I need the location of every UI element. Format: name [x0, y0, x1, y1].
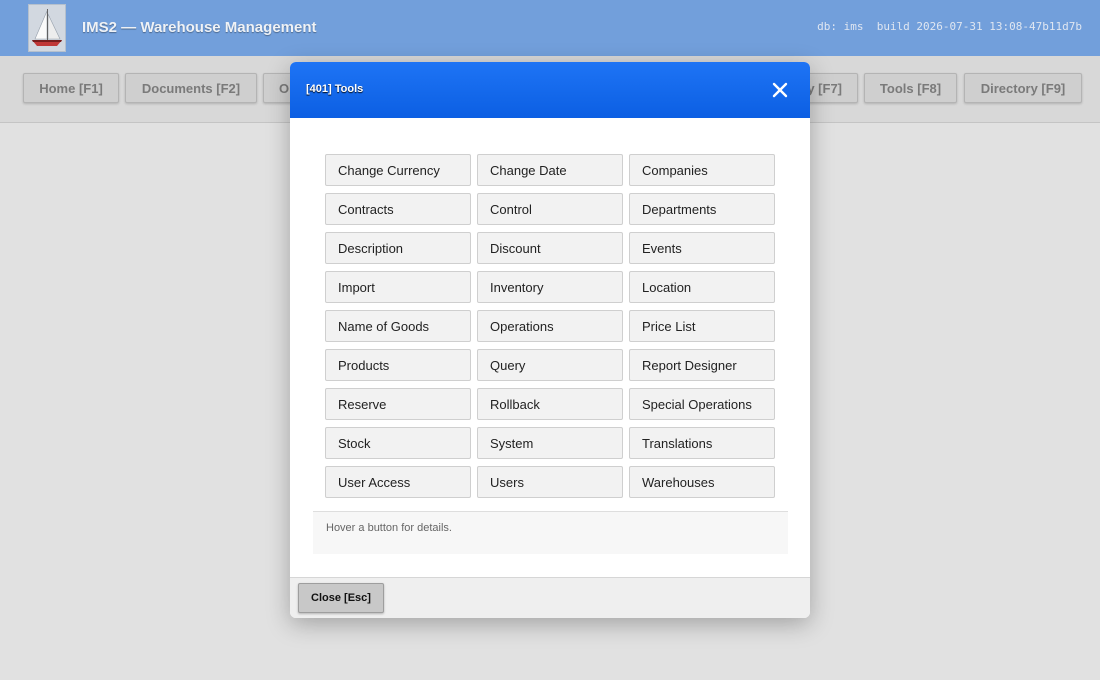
tool-stock-button[interactable]: Stock — [325, 427, 471, 459]
dialog-footer: Close [Esc] — [290, 577, 810, 618]
tool-change-currency-button[interactable]: Change Currency — [325, 154, 471, 186]
tool-warehouses-button[interactable]: Warehouses — [629, 466, 775, 498]
close-button[interactable]: Close [Esc] — [298, 583, 384, 613]
close-icon[interactable] — [768, 78, 792, 102]
tool-contracts-button[interactable]: Contracts — [325, 193, 471, 225]
tool-change-date-button[interactable]: Change Date — [477, 154, 623, 186]
tool-inventory-button[interactable]: Inventory — [477, 271, 623, 303]
tool-import-button[interactable]: Import — [325, 271, 471, 303]
tools-button-grid: Change Currency Change Date Companies Contr… — [325, 154, 775, 498]
tool-products-button[interactable]: Products — [325, 349, 471, 381]
tool-operations-button[interactable]: Operations — [477, 310, 623, 342]
tool-discount-button[interactable]: Discount — [477, 232, 623, 264]
tool-departments-button[interactable]: Departments — [629, 193, 775, 225]
tool-reserve-button[interactable]: Reserve — [325, 388, 471, 420]
tool-users-button[interactable]: Users — [477, 466, 623, 498]
hint-panel: Hover a button for details. — [313, 511, 788, 554]
tool-rollback-button[interactable]: Rollback — [477, 388, 623, 420]
tool-companies-button[interactable]: Companies — [629, 154, 775, 186]
dialog-title: [401] Tools — [306, 83, 364, 95]
tool-translations-button[interactable]: Translations — [629, 427, 775, 459]
tool-description-button[interactable]: Description — [325, 232, 471, 264]
tool-special-operations-button[interactable]: Special Operations — [629, 388, 775, 420]
tool-price-list-button[interactable]: Price List — [629, 310, 775, 342]
tool-user-access-button[interactable]: User Access — [325, 466, 471, 498]
tool-name-of-goods-button[interactable]: Name of Goods — [325, 310, 471, 342]
tool-system-button[interactable]: System — [477, 427, 623, 459]
tool-report-designer-button[interactable]: Report Designer — [629, 349, 775, 381]
tool-events-button[interactable]: Events — [629, 232, 775, 264]
tool-location-button[interactable]: Location — [629, 271, 775, 303]
dialog-header: [401] Tools — [290, 62, 810, 118]
tools-dialog: [401] Tools Change Currency Change Date Co… — [290, 62, 810, 618]
hint-text: Hover a button for details. — [326, 522, 452, 534]
tool-control-button[interactable]: Control — [477, 193, 623, 225]
tool-query-button[interactable]: Query — [477, 349, 623, 381]
